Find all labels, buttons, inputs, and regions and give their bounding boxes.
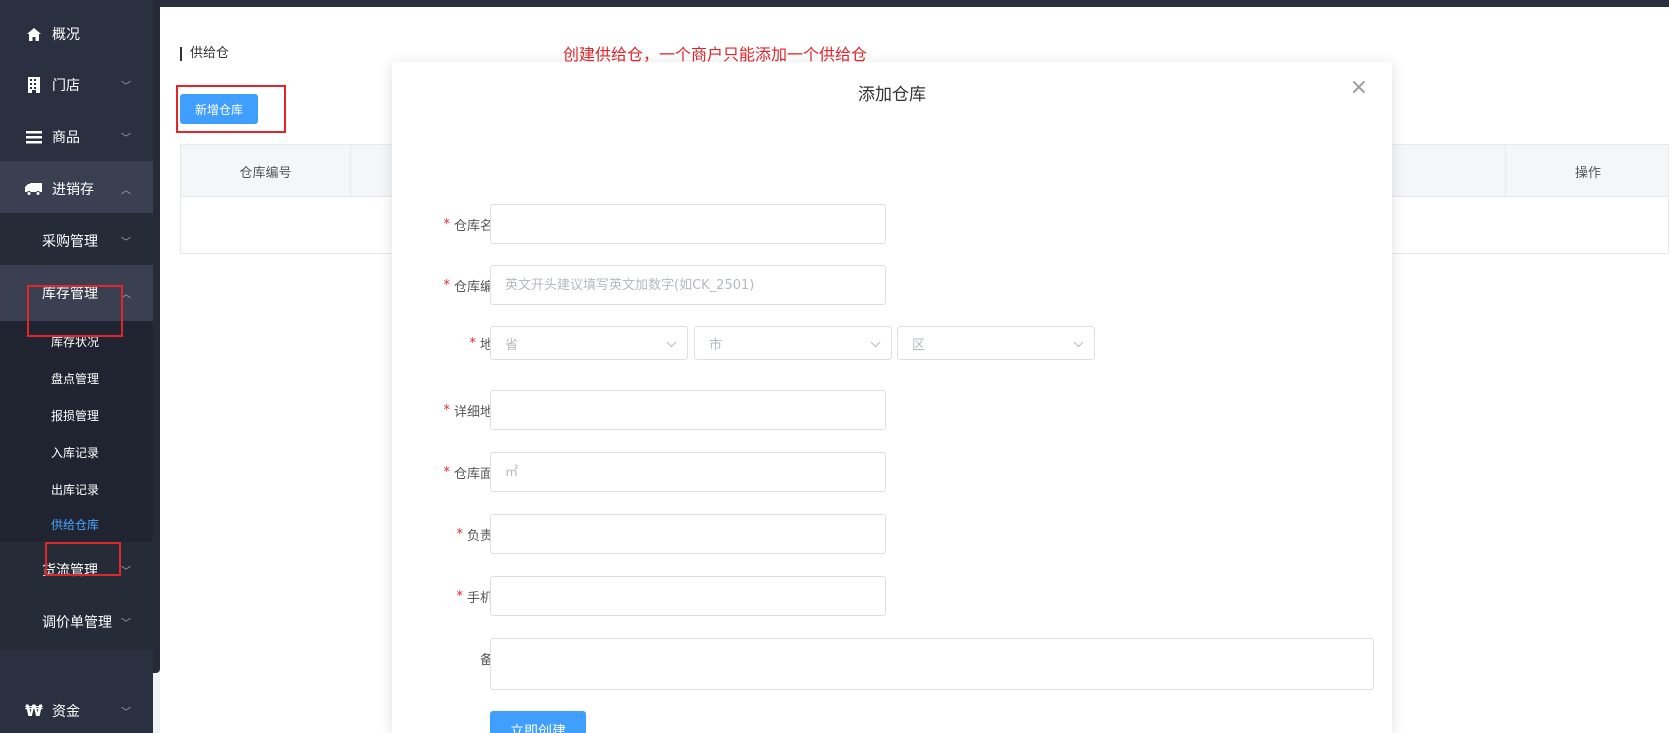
form-row-remark: 备注 [392,638,1392,690]
sidebar-item-products[interactable]: 商品 ﹀ [0,109,153,165]
sidebar-leaf-supply-warehouse[interactable]: 供给仓库 [0,506,153,542]
sidebar-subitem-logistics[interactable]: 货流管理 ﹀ [0,542,153,598]
sidebar-leaf-stock-status[interactable]: 库存状况 [0,321,153,361]
form-row-detail-address: * 详细地址 [392,390,1392,430]
warehouse-code-input[interactable] [490,265,886,305]
warehouse-name-input[interactable] [490,204,886,244]
page-title: 供给仓 [180,47,229,61]
chevron-down-icon: ﹀ [121,133,131,145]
sidebar-item-funds[interactable]: ₩ 资金 ﹀ [0,688,153,733]
chevron-down-icon [666,337,677,348]
sidebar-leaf-label: 库存状况 [51,334,100,349]
truck-icon [24,182,44,196]
sidebar-item-overview[interactable]: 概况 [0,6,153,62]
chevron-down-icon [870,337,881,348]
sidebar-item-label: 概况 [52,27,80,43]
sidebar-subitem-price-adjust[interactable]: 调价单管理 ﹀ [0,594,153,650]
sidebar-subitem-label: 货流管理 [42,563,98,579]
sidebar-leaf-stocktake[interactable]: 盘点管理 [0,358,153,398]
form-row-address: *地址 省 市 区 [392,326,1392,366]
sidebar-leaf-label: 出库记录 [51,482,100,497]
sidebar: 概况 门店 ﹀ 商品 ﹀ 进销存 ︿ 采购管理 ﹀ 库存管理 ︿ 库存状况 盘点… [0,0,160,733]
add-warehouse-button[interactable]: 新增仓库 [180,94,258,124]
city-select[interactable]: 市 [694,326,892,360]
form-row-area: * 仓库面积 [392,452,1392,492]
phone-input[interactable] [490,576,886,616]
chevron-down-icon [1073,337,1084,348]
column-header-actions: 操作 [1574,165,1601,181]
select-placeholder: 市 [709,337,723,353]
sidebar-leaf-outbound-records[interactable]: 出库记录 [0,469,153,509]
chevron-down-icon: ﹀ [121,237,131,249]
chevron-down-icon: ﹀ [121,618,131,630]
select-placeholder: 区 [912,337,926,353]
sidebar-item-label: 进销存 [52,182,94,198]
sidebar-leaf-inbound-records[interactable]: 入库记录 [0,432,153,472]
chevron-up-icon: ︿ [121,185,131,197]
chevron-up-icon: ︿ [121,289,131,301]
chevron-down-icon: ﹀ [121,81,131,93]
sidebar-item-label: 商品 [52,130,80,146]
sidebar-leaf-label: 盘点管理 [51,371,100,386]
remark-textarea[interactable] [490,638,1374,690]
chevron-down-icon: ﹀ [121,707,131,718]
sidebar-subitem-label: 库存管理 [42,286,98,302]
sidebar-leaf-damage-report[interactable]: 报损管理 [0,395,153,435]
sidebar-leaf-label: 报损管理 [51,408,100,423]
won-icon: ₩ [25,701,43,720]
list-icon [24,130,44,144]
sidebar-subitem-inventory-management[interactable]: 库存管理 ︿ [0,265,153,321]
sidebar-item-label: 门店 [52,78,80,94]
sidebar-subitem-purchase[interactable]: 采购管理 ﹀ [0,213,153,269]
sidebar-item-label: 资金 [52,703,80,720]
dialog-title: 添加仓库 [858,85,926,105]
close-icon[interactable]: × [1350,77,1368,99]
sidebar-leaf-label: 供给仓库 [51,517,100,532]
select-placeholder: 省 [505,337,519,353]
sidebar-item-stores[interactable]: 门店 ﹀ [0,57,153,113]
create-now-button[interactable]: 立即创建 [490,711,586,733]
sidebar-subitem-label: 调价单管理 [42,615,112,631]
form-row-code: * 仓库编号 [392,265,1392,305]
column-header-code: 仓库编号 [181,145,351,197]
district-select[interactable]: 区 [897,326,1095,360]
sidebar-item-inventory-trade[interactable]: 进销存 ︿ [0,161,153,217]
add-warehouse-dialog: 添加仓库 × *仓库名称 *仓库编号 *地址 省 市 区 *详细地址 *仓库面积… [392,62,1392,733]
warehouse-area-input[interactable] [490,452,886,492]
manager-input[interactable] [490,514,886,554]
top-bar [160,0,1669,7]
home-icon [24,27,44,42]
province-select[interactable]: 省 [490,326,688,360]
form-row-phone: * 手机号 [392,576,1392,616]
detail-address-input[interactable] [490,390,886,430]
sidebar-leaf-label: 入库记录 [51,445,100,460]
chevron-down-icon: ﹀ [121,566,131,578]
sidebar-scroll-rail[interactable] [153,0,160,673]
sidebar-subitem-label: 采购管理 [42,234,98,250]
form-row-manager: * 负责人 [392,514,1392,554]
building-icon [24,77,44,93]
form-row-name: * 仓库名称 [392,204,1392,244]
